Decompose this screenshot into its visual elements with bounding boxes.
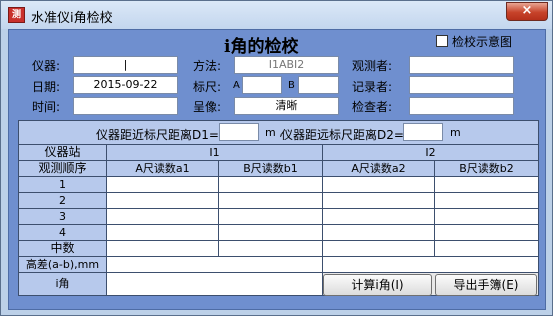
cell-b1[interactable] xyxy=(219,225,323,241)
export-log-button[interactable]: 导出手簿(E) xyxy=(435,274,537,296)
staff-label: 标尺: xyxy=(193,80,222,94)
height-diff-label: 高差(a-b),mm xyxy=(19,257,107,273)
cell-a1[interactable] xyxy=(107,193,219,209)
cell-b2[interactable] xyxy=(435,177,539,193)
cell-a2[interactable] xyxy=(323,177,435,193)
title-bar[interactable]: 测 水准仪i角检校 × xyxy=(1,1,552,29)
cell-a1[interactable] xyxy=(107,209,219,225)
calculate-i-button[interactable]: 计算i角(I) xyxy=(323,274,432,296)
observer-label: 观测者: xyxy=(352,59,393,73)
cell-b1[interactable] xyxy=(219,193,323,209)
cell-b1[interactable] xyxy=(219,209,323,225)
recorder-label: 记录者: xyxy=(352,80,393,94)
checker-label: 检查者: xyxy=(352,100,393,114)
mean-label: 中数 xyxy=(19,241,107,257)
mean-b2[interactable] xyxy=(435,241,539,257)
col-b1-header: B尺读数b1 xyxy=(219,161,323,177)
close-button[interactable]: × xyxy=(506,2,548,21)
instrument-label: 仪器: xyxy=(32,59,61,73)
recorder-field[interactable] xyxy=(409,76,514,94)
d2-field[interactable] xyxy=(403,123,443,141)
instrument-field[interactable]: | xyxy=(73,56,178,74)
d2-unit: m xyxy=(450,126,461,139)
station-header: 仪器站 xyxy=(19,145,107,161)
i2-header: I2 xyxy=(323,145,539,161)
i1-header: I1 xyxy=(107,145,323,161)
image-quality-field[interactable]: 清晰 xyxy=(234,97,339,115)
staff-a-label: A xyxy=(233,80,240,91)
cell-b1[interactable] xyxy=(219,177,323,193)
height-diff-i1[interactable] xyxy=(107,257,323,273)
row-number: 1 xyxy=(19,177,107,193)
time-label: 时间: xyxy=(32,100,61,114)
i-angle-label: i角 xyxy=(19,273,107,296)
distance-far-label: 仪器距远标尺距离D2= xyxy=(281,128,404,142)
row-number: 2 xyxy=(19,193,107,209)
date-label: 日期: xyxy=(32,80,61,94)
cell-b2[interactable] xyxy=(435,193,539,209)
app-logo-icon: 测 xyxy=(8,7,25,23)
form-panel: i角的检校 检校示意图 仪器: | 方法: I1ABI2 观测者: 日期: 20… xyxy=(8,29,546,310)
row-number: 3 xyxy=(19,209,107,225)
col-a1-header: A尺读数a1 xyxy=(107,161,219,177)
cell-a2[interactable] xyxy=(323,209,435,225)
i-angle-result[interactable] xyxy=(107,273,323,296)
staff-a-field[interactable] xyxy=(242,76,282,94)
d1-field[interactable] xyxy=(219,123,259,141)
col-a2-header: A尺读数a2 xyxy=(323,161,435,177)
height-diff-i2[interactable] xyxy=(323,257,539,273)
observation-grid: 仪器距近标尺距离D1= m , 仪器距远标尺距离D2= m 仪器站 I1 I2 … xyxy=(18,120,539,296)
staff-b-label: B xyxy=(288,80,295,91)
window-title: 水准仪i角检校 xyxy=(31,11,113,26)
order-header: 观测顺序 xyxy=(19,161,107,177)
cell-b2[interactable] xyxy=(435,225,539,241)
method-field[interactable]: I1ABI2 xyxy=(234,56,339,74)
cell-a2[interactable] xyxy=(323,225,435,241)
cell-a1[interactable] xyxy=(107,177,219,193)
mean-a2[interactable] xyxy=(323,241,435,257)
cell-a2[interactable] xyxy=(323,193,435,209)
method-label: 方法: xyxy=(193,59,222,73)
diagram-checkbox[interactable] xyxy=(436,35,448,47)
mean-b1[interactable] xyxy=(219,241,323,257)
main-window: 测 水准仪i角检校 × i角的检校 检校示意图 仪器: | 方法: I1ABI2… xyxy=(0,0,553,316)
cell-a1[interactable] xyxy=(107,225,219,241)
image-label: 呈像: xyxy=(193,100,222,114)
mean-a1[interactable] xyxy=(107,241,219,257)
time-field[interactable] xyxy=(73,97,178,115)
cell-b2[interactable] xyxy=(435,209,539,225)
date-field[interactable]: 2015-09-22 xyxy=(73,76,178,94)
observer-field[interactable] xyxy=(409,56,514,74)
diagram-checkbox-label[interactable]: 检校示意图 xyxy=(452,33,512,50)
row-number: 4 xyxy=(19,225,107,241)
distance-near-label: 仪器距近标尺距离D1= xyxy=(96,128,219,142)
checker-field[interactable] xyxy=(409,97,514,115)
form-title: i角的检校 xyxy=(224,37,299,57)
staff-b-field[interactable] xyxy=(298,76,339,94)
col-b2-header: B尺读数b2 xyxy=(435,161,539,177)
